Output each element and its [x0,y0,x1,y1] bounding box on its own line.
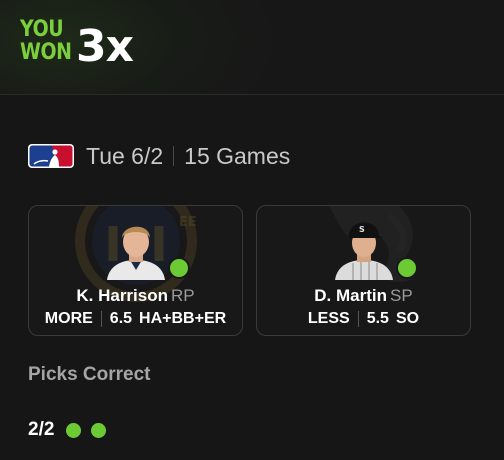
divider [100,311,102,327]
you-won-label: YOU WON [20,18,72,64]
game-date: Tue 6/2 [86,142,164,169]
player-headshot-icon [106,226,165,280]
picks-correct-row: 2/2 [28,418,116,442]
divider [357,311,359,327]
pick-card[interactable]: S D. Martin SP LESS 5.5 SO [256,205,471,336]
svg-text:EE: EE [179,215,197,230]
pick-line-value: 6.5 [109,310,133,327]
pick-stat: HA+BB+ER [139,310,227,327]
correct-status-dot [168,257,190,279]
result-header: YOU WON 3x [0,0,504,95]
pick-stat: SO [395,310,420,327]
divider [173,146,175,166]
svg-text:S: S [359,225,365,234]
pick-details: LESS 5.5 SO [257,310,470,328]
pick-details: MORE 6.5 HA+BB+ER [29,310,242,328]
correct-pick-dot [66,422,82,438]
player-position: SP [390,286,413,305]
player-position: RP [171,286,195,305]
picks-correct-count: 2/2 [28,419,55,440]
picks-correct-title: Picks Correct [28,364,151,385]
game-count: 15 Games [184,142,291,169]
correct-pick-dot [91,422,107,438]
game-info: Tue 6/2 15 Games [28,140,290,172]
result-screen: YOU WON 3x Tue 6/2 15 Games EE K. Harris… [0,0,504,460]
player-name: D. Martin [314,286,388,305]
pick-choice: MORE [44,310,93,327]
pick-line-value: 5.5 [366,310,389,327]
payout-multiplier: 3x [76,21,134,72]
player-name: K. Harrison [76,286,168,305]
won-label: WON [20,40,72,65]
pick-choice: LESS [307,310,350,327]
player-headshot-icon: S [334,222,393,280]
player-name-line: D. Martin SP [257,286,470,306]
player-name-line: K. Harrison RP [29,286,242,306]
correct-status-dot [396,257,418,279]
mlb-logo-icon [28,144,74,168]
you-label: YOU [20,17,64,42]
pick-card[interactable]: EE K. Harrison RP MORE 6.5 HA+BB+ER [28,205,243,336]
